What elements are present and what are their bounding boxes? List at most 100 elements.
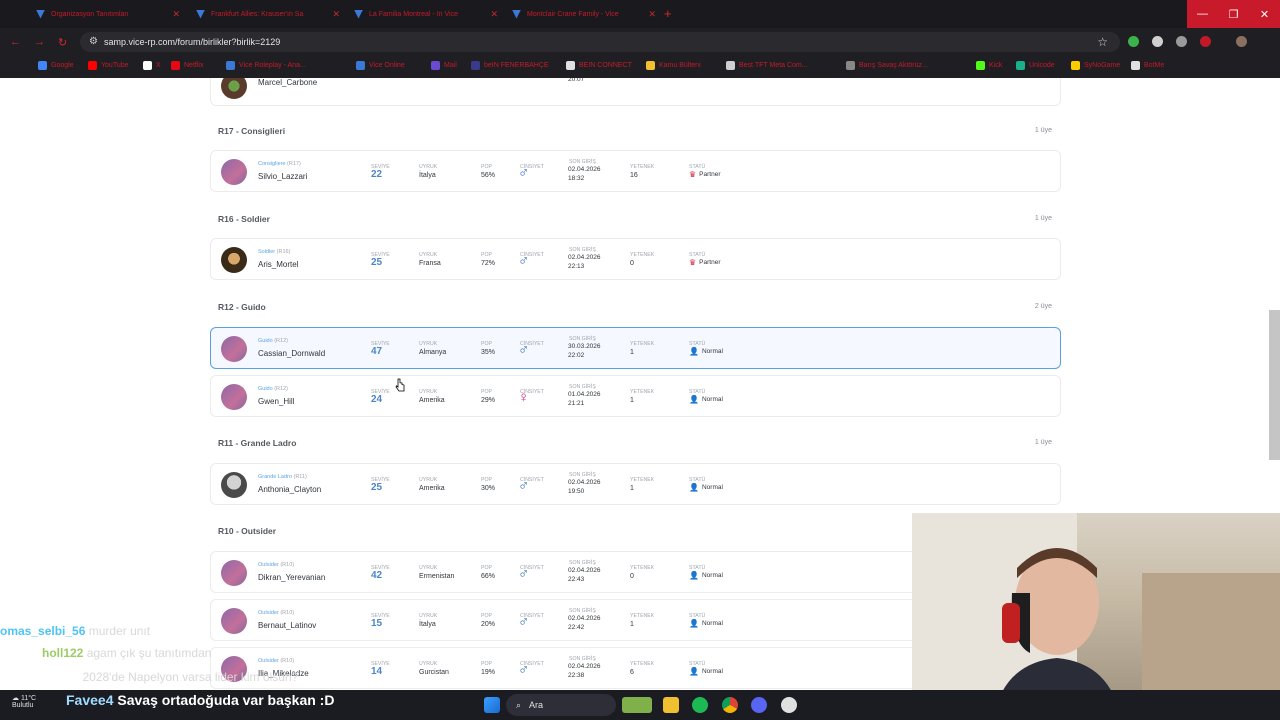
bookmark-favicon-icon: [1016, 61, 1025, 70]
rank-name: Guido: [258, 386, 273, 392]
member-row[interactable]: Marcel_Carbone 74 Fransa 55% ♂ 02.04.202620:0…: [210, 78, 1061, 106]
tab-title: Organizasyon Tanıtımları: [51, 10, 129, 18]
forward-icon[interactable]: →: [34, 36, 45, 48]
label-skill: YETENEK: [630, 252, 655, 258]
taskbar-search[interactable]: ⌕ Ara: [506, 694, 616, 716]
extension-puzzle-icon[interactable]: [1200, 36, 1211, 47]
member-name[interactable]: Dikran_Yerevanian: [258, 573, 325, 582]
omnibox[interactable]: ⚙ samp.vice-rp.com/forum/birlikler?birli…: [80, 32, 1120, 52]
rank-name: Outsider: [258, 658, 279, 664]
member-name[interactable]: Marcel_Carbone: [258, 78, 317, 87]
member-name[interactable]: Anthonia_Clayton: [258, 485, 321, 494]
close-tab-icon[interactable]: ✕: [332, 9, 340, 20]
tab-2[interactable]: Frankfurt Allies: Krauser'ın Sa ✕: [188, 4, 348, 24]
minimize-icon[interactable]: —: [1187, 0, 1218, 28]
member-row[interactable]: Soldier (R16) Aris_Mortel SEVİYE UYRUK POP Cİ…: [210, 238, 1061, 280]
avatar[interactable]: [221, 560, 247, 586]
chrome-icon[interactable]: [722, 697, 738, 713]
label-skill: YETENEK: [630, 613, 655, 619]
tab-bar: Organizasyon Tanıtımları ✕ Frankfurt Alli…: [0, 0, 1280, 28]
vice-favicon-icon: [512, 9, 521, 19]
avatar[interactable]: [221, 159, 247, 185]
extension-gear-icon[interactable]: [1176, 36, 1187, 47]
chat-message: omas_selbi_56 murder unıt: [0, 624, 151, 638]
site-info-icon[interactable]: ⚙: [89, 36, 98, 47]
login-time: 18:32: [568, 175, 585, 182]
login-date: 02.04.2026: [568, 254, 601, 261]
member-name[interactable]: Bernaut_Latinov: [258, 621, 316, 630]
reload-icon[interactable]: ↻: [58, 36, 67, 49]
section-title: R11 - Grande Ladro: [218, 438, 297, 448]
member-level: 74: [371, 78, 382, 80]
rank-code: (R12): [274, 338, 288, 344]
member-row[interactable]: Guido (R12) Gwen_Hill SEVİYE UYRUK POP CİNSİY…: [210, 375, 1061, 417]
bookmark-item[interactable]: X: [143, 61, 161, 70]
weather-widget[interactable]: ☁ 11°C Bulutlu: [12, 694, 36, 709]
windows-start-icon[interactable]: [484, 697, 500, 713]
label-pop: POP: [481, 565, 492, 571]
widget-icon[interactable]: [622, 697, 652, 713]
rank-code: (R10): [280, 658, 295, 664]
back-icon[interactable]: ←: [10, 36, 21, 48]
app-icon[interactable]: [781, 697, 797, 713]
file-explorer-icon[interactable]: [663, 697, 679, 713]
status-text: Normal: [701, 396, 723, 403]
member-name[interactable]: Gwen_Hill: [258, 397, 294, 406]
login-time: 19:50: [568, 488, 585, 495]
bookmark-item[interactable]: Kick: [976, 61, 1002, 70]
bookmark-item[interactable]: Best TFT Meta Com...: [726, 61, 808, 70]
bookmark-star-icon[interactable]: ☆: [1097, 35, 1108, 49]
member-last-login: 02.04.2026 18:32: [568, 165, 618, 183]
bookmark-item[interactable]: Vice Online: [356, 61, 405, 70]
close-tab-icon[interactable]: ✕: [490, 9, 498, 20]
bookmark-item[interactable]: Barış Savaş Aktörüz...: [846, 61, 928, 70]
bookmark-item[interactable]: BotMe: [1131, 61, 1164, 70]
avatar[interactable]: [221, 247, 247, 273]
search-icon: ⌕: [516, 699, 522, 710]
close-tab-icon[interactable]: ✕: [172, 9, 180, 20]
avatar[interactable]: [221, 384, 247, 410]
new-tab-button[interactable]: +: [664, 6, 672, 21]
tab-3[interactable]: La Familia Montreal - In Vice ✕: [346, 4, 506, 24]
bookmark-item[interactable]: Google: [38, 61, 74, 70]
bookmark-item[interactable]: Mail: [431, 61, 457, 70]
member-nation: Amerika: [419, 485, 445, 492]
profile-avatar[interactable]: [1236, 36, 1247, 47]
close-window-icon[interactable]: ✕: [1249, 0, 1280, 28]
avatar[interactable]: [221, 472, 247, 498]
bookmark-item[interactable]: YouTube: [88, 61, 129, 70]
close-tab-icon[interactable]: ✕: [648, 9, 656, 20]
scrollbar[interactable]: [1269, 310, 1280, 460]
bookmark-item[interactable]: beIN FENERBAHÇE: [471, 61, 549, 70]
avatar[interactable]: [221, 608, 247, 634]
member-row[interactable]: Consigliere (R17) Silvio_Lazzari SEVİYE UYR…: [210, 150, 1061, 192]
member-name[interactable]: Silvio_Lazzari: [258, 172, 307, 181]
member-row[interactable]: Grande Ladro (R11) Anthonia_Clayton SEVİYE…: [210, 463, 1061, 505]
bookmark-item[interactable]: Vice Roleplay - Ana...: [226, 61, 306, 70]
member-level: 22: [371, 169, 383, 180]
spotify-icon[interactable]: [692, 697, 708, 713]
member-name[interactable]: Aris_Mortel: [258, 260, 298, 269]
member-row[interactable]: Guido (R12) Cassian_Dornwald SEVİYE UYRUK PO…: [210, 327, 1061, 369]
member-name[interactable]: Cassian_Dornwald: [258, 349, 325, 358]
crown-icon: ♛: [689, 258, 697, 267]
extension-circle-icon[interactable]: [1152, 36, 1163, 47]
extension-shield-icon[interactable]: [1128, 36, 1139, 47]
rank-name: Outsider: [258, 562, 279, 568]
bookmark-item[interactable]: Netflix: [171, 61, 203, 70]
bookmark-item[interactable]: Kamu Bülteni: [646, 61, 701, 70]
discord-icon[interactable]: [751, 697, 767, 713]
member-nation: Fransa: [419, 260, 441, 267]
login-date: 01.04.2026: [568, 391, 601, 398]
bookmark-item[interactable]: BEIN CONNECT: [566, 61, 632, 70]
section-member-count: 1 üye: [1034, 127, 1052, 134]
avatar[interactable]: [221, 336, 247, 362]
tab-1[interactable]: Organizasyon Tanıtımları ✕: [28, 4, 188, 24]
member-last-login: 02.04.2026 22:38: [568, 662, 618, 680]
bookmark-item[interactable]: SyNoGame: [1071, 61, 1120, 70]
bookmark-item[interactable]: Unicode: [1016, 61, 1055, 70]
tab-4[interactable]: Montclair Crane Family - Vice ✕: [504, 4, 664, 24]
bookmark-favicon-icon: [88, 61, 97, 70]
restore-icon[interactable]: ❐: [1218, 0, 1249, 28]
avatar[interactable]: [221, 78, 247, 99]
